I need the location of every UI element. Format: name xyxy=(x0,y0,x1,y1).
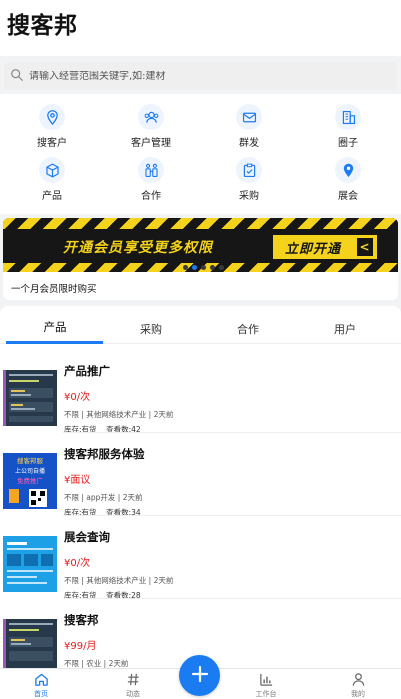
location-pin-outline-icon xyxy=(39,104,65,130)
mail-icon xyxy=(236,104,262,130)
tab-users[interactable]: 用户 xyxy=(296,321,394,337)
location-pin-filled-icon xyxy=(335,157,361,183)
grid-label: 展会 xyxy=(338,191,358,202)
grid-item-exhibition[interactable]: 展会 xyxy=(308,157,388,207)
product-thumbnail xyxy=(3,619,57,675)
bar-chart-icon xyxy=(236,672,296,687)
product-row[interactable]: 产品推广 ¥0/次 不限 | 其他网络技术产业 | 2天前 库存:有货 查看数:… xyxy=(0,350,401,434)
tabbar-label: 我的 xyxy=(351,690,365,698)
home-icon xyxy=(11,672,71,687)
active-tab-indicator xyxy=(6,341,103,344)
grid-label: 群发 xyxy=(239,138,259,149)
tab-procurement[interactable]: 采购 xyxy=(102,321,200,337)
product-title: 搜客邦服务体验 xyxy=(64,447,145,461)
users-icon xyxy=(138,104,164,130)
product-thumbnail xyxy=(3,536,57,592)
tabbar-label: 动态 xyxy=(126,690,140,698)
header: 搜客邦 xyxy=(0,0,401,56)
grid-label: 搜客户 xyxy=(37,138,67,149)
box-icon xyxy=(39,157,65,183)
carousel-dot[interactable] xyxy=(219,265,224,270)
carousel-dot-active[interactable] xyxy=(192,265,197,270)
product-row[interactable]: 展会查询 ¥0/次 不限 | 其他网络技术产业 | 2天前 库存:有货 查看数:… xyxy=(0,516,401,600)
product-meta: 不限 | app开发 | 2天前 xyxy=(64,493,143,502)
product-meta: 不限 | 其他网络技术产业 | 2天前 xyxy=(64,576,174,585)
grid-item-search-customers[interactable]: 搜客户 xyxy=(12,104,92,154)
product-row[interactable]: 搜客邦服 上公司自播 免费推广 搜客邦服务体验 ¥面议 不限 | app开发 |… xyxy=(0,433,401,517)
product-thumbnail xyxy=(3,370,57,426)
grid-item-cooperation[interactable]: 合作 xyxy=(111,157,191,207)
product-price: ¥0/次 xyxy=(64,558,91,569)
function-grid: 搜客户 客户管理 群发 圈子 产品 合作 采购 展会 xyxy=(0,94,401,214)
product-section: 产品 采购 合作 用户 产品推广 ¥0/次 不限 | 其他网络技术产业 | 2天… xyxy=(0,306,401,699)
product-meta: 不限 | 其他网络技术产业 | 2天前 xyxy=(64,410,174,419)
carousel-dot[interactable] xyxy=(183,265,188,270)
tabbar-item-feed[interactable]: 动态 xyxy=(103,672,163,699)
thumb-text: 上公司自播 xyxy=(15,467,45,475)
search-input[interactable] xyxy=(29,70,369,82)
grid-item-circle[interactable]: 圈子 xyxy=(308,104,388,154)
thumb-text: 免费推广 xyxy=(17,476,44,485)
grid-label: 圈子 xyxy=(338,138,358,149)
tabbar-item-mine[interactable]: 我的 xyxy=(328,672,388,699)
tabbar-item-home[interactable]: 首页 xyxy=(11,672,71,699)
thumb-text: 搜客邦服 xyxy=(17,456,44,465)
grid-item-procurement[interactable]: 采购 xyxy=(209,157,289,207)
grid-label: 产品 xyxy=(42,191,62,202)
tab-products[interactable]: 产品 xyxy=(6,319,104,335)
plus-icon xyxy=(190,664,210,688)
tabbar-item-workbench[interactable]: 工作台 xyxy=(236,672,296,699)
grid-item-customer-management[interactable]: 客户管理 xyxy=(111,104,191,154)
tabbar-label: 工作台 xyxy=(255,690,277,698)
membership-banner-card[interactable]: 开通会员享受更多权限 立即开通 < 一个月会员限时购买 xyxy=(3,218,398,300)
hazard-stripes xyxy=(3,218,398,229)
partners-icon xyxy=(138,157,164,183)
product-price: ¥面议 xyxy=(64,475,91,486)
user-icon xyxy=(328,672,388,687)
carousel-indicator xyxy=(183,265,224,270)
chevron-left-icon: < xyxy=(357,238,373,256)
carousel-dot[interactable] xyxy=(201,265,206,270)
hash-icon xyxy=(103,672,163,687)
product-price: ¥0/次 xyxy=(64,392,91,403)
product-title: 搜客邦 xyxy=(64,613,99,627)
banner-text: 开通会员享受更多权限 xyxy=(63,240,213,256)
grid-item-mass-send[interactable]: 群发 xyxy=(209,104,289,154)
building-icon xyxy=(335,104,361,130)
activate-now-button[interactable]: 立即开通 < xyxy=(273,235,377,259)
tabbar-label: 首页 xyxy=(34,690,48,698)
product-price: ¥99/月 xyxy=(64,641,97,652)
carousel-dot[interactable] xyxy=(210,265,215,270)
grid-label: 采购 xyxy=(239,191,259,202)
add-button[interactable] xyxy=(179,655,220,696)
banner-caption: 一个月会员限时购买 xyxy=(11,284,97,295)
membership-banner[interactable]: 开通会员享受更多权限 立即开通 < xyxy=(3,218,398,272)
category-tabs: 产品 采购 合作 用户 xyxy=(0,306,401,344)
tab-cooperation[interactable]: 合作 xyxy=(199,321,297,337)
search-icon xyxy=(10,67,24,86)
product-thumbnail: 搜客邦服 上公司自播 免费推广 xyxy=(3,453,57,509)
product-title: 产品推广 xyxy=(64,364,110,378)
grid-item-products[interactable]: 产品 xyxy=(12,157,92,207)
search-bar[interactable] xyxy=(4,62,397,90)
product-title: 展会查询 xyxy=(64,530,110,544)
grid-label: 合作 xyxy=(141,191,161,202)
activate-now-label: 立即开通 xyxy=(285,241,342,257)
grid-label: 客户管理 xyxy=(131,138,171,149)
clipboard-check-icon xyxy=(236,157,262,183)
app-title: 搜客邦 xyxy=(7,13,78,39)
